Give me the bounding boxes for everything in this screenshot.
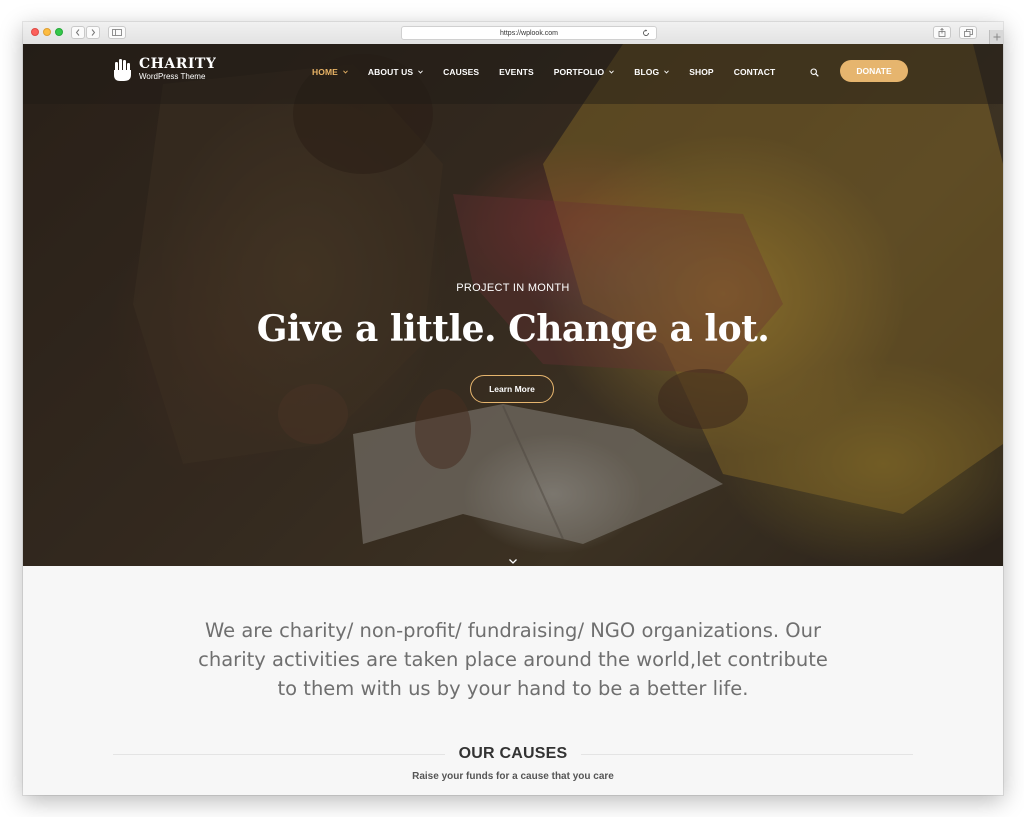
nav-item-causes[interactable]: CAUSES	[443, 67, 479, 77]
hero-title: Give a little. Change a lot.	[256, 308, 770, 350]
nav-item-portfolio[interactable]: PORTFOLIO	[553, 67, 615, 77]
address-bar[interactable]: https://wplook.com	[401, 26, 657, 40]
tabs-button[interactable]	[959, 26, 977, 39]
close-window-button[interactable]	[31, 28, 39, 36]
sidebar-button[interactable]	[108, 26, 126, 39]
chevron-down-icon[interactable]	[508, 558, 518, 565]
nav-item-blog[interactable]: BLOG	[634, 67, 670, 77]
share-icon	[938, 28, 946, 37]
new-tab-button[interactable]	[989, 30, 1003, 44]
hero-kicker: PROJECT IN MONTH	[456, 282, 570, 294]
nav-item-contact[interactable]: CONTACT	[734, 67, 776, 77]
new-tab-icon	[993, 33, 1000, 41]
browser-toolbar: https://wplook.com	[23, 22, 1003, 45]
nav-label: EVENTS	[499, 67, 534, 77]
hero-section: CHARITY WordPress Theme HOME ABOUT US CA…	[23, 44, 1003, 566]
browser-window: https://wplook.com CHARITY WordPress The…	[23, 22, 1003, 795]
chevron-down-icon	[609, 70, 615, 74]
logo-title: CHARITY	[139, 56, 217, 72]
nav-label: CONTACT	[733, 67, 776, 77]
chevron-down-icon	[343, 70, 348, 74]
nav-item-about-us[interactable]: ABOUT US	[368, 67, 423, 77]
hand-logo-icon	[114, 58, 131, 81]
url-text: https://wplook.com	[500, 29, 558, 37]
logo-subtitle: WordPress Theme	[139, 72, 206, 81]
nav-item-shop[interactable]: SHOP	[689, 67, 714, 77]
nav-label: ABOUT US	[367, 67, 414, 77]
site-header: CHARITY WordPress Theme HOME ABOUT US CA…	[23, 44, 1003, 104]
learn-more-button[interactable]: Learn More	[470, 375, 554, 403]
causes-title: OUR CAUSES	[444, 745, 582, 762]
causes-heading: OUR CAUSES	[23, 745, 1003, 763]
forward-button[interactable]	[86, 26, 100, 39]
nav-item-home[interactable]: HOME	[312, 67, 348, 77]
tabs-icon	[963, 28, 973, 37]
nav-label: BLOG	[634, 67, 660, 77]
forward-icon	[91, 29, 96, 36]
back-button[interactable]	[71, 26, 85, 39]
chevron-down-icon	[418, 70, 423, 74]
search-icon[interactable]	[810, 68, 819, 77]
nav-label: SHOP	[689, 67, 714, 77]
back-icon	[75, 29, 80, 36]
nav-label: PORTFOLIO	[553, 67, 605, 77]
causes-subtitle: Raise your funds for a cause that you ca…	[412, 771, 614, 782]
nav-label: CAUSES	[443, 67, 480, 77]
nav-label: HOME	[312, 67, 338, 77]
reload-icon[interactable]	[642, 29, 650, 37]
donate-button[interactable]: DONATE	[840, 60, 908, 82]
main-nav: HOME ABOUT US CAUSES EVENTS PORTFOLIO BL…	[312, 67, 795, 77]
nav-item-events[interactable]: EVENTS	[499, 67, 534, 77]
zoom-window-button[interactable]	[55, 28, 63, 36]
intro-text: We are charity/ non-profit/ fundraising/…	[198, 619, 828, 700]
hero-overlay	[23, 44, 1003, 566]
minimize-window-button[interactable]	[43, 28, 51, 36]
intro-section: We are charity/ non-profit/ fundraising/…	[23, 566, 1003, 795]
sidebar-icon	[112, 29, 122, 36]
site-logo[interactable]: CHARITY WordPress Theme	[113, 57, 216, 82]
share-button[interactable]	[933, 26, 951, 39]
chevron-down-icon	[664, 70, 670, 74]
